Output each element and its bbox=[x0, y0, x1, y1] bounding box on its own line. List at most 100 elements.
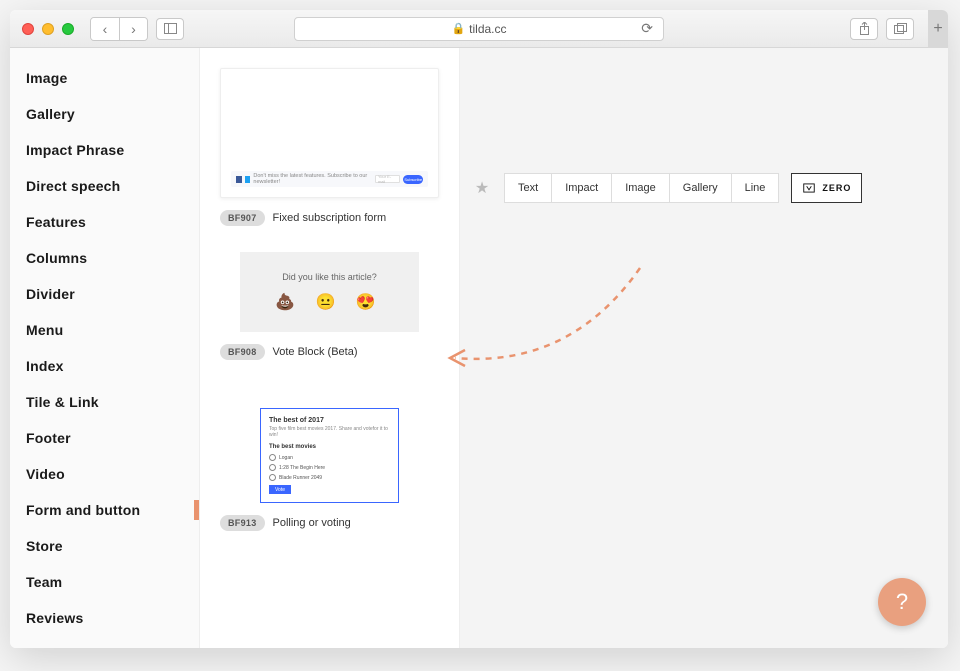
sidebar-item-label: Team bbox=[26, 574, 62, 590]
page-canvas: ★ Text Impact Image Gallery Line ZERO bbox=[460, 48, 948, 648]
sidebar-item-label: Menu bbox=[26, 322, 63, 338]
block-preview: Don't miss the latest features. Subscrib… bbox=[220, 68, 439, 198]
lock-icon: 🔒 bbox=[451, 22, 465, 35]
sidebar-item-label: Footer bbox=[26, 430, 71, 446]
titlebar-right: + bbox=[850, 10, 936, 48]
toolbar-line-button[interactable]: Line bbox=[731, 174, 779, 202]
vote-emojis: 💩 😐 😍 bbox=[250, 292, 409, 312]
block-card-bf907[interactable]: Don't miss the latest features. Subscrib… bbox=[200, 58, 459, 242]
sidebar-item-direct-speech[interactable]: Direct speech bbox=[10, 168, 199, 204]
block-label: BF907 Fixed subscription form bbox=[220, 210, 439, 226]
vote-question: Did you like this article? bbox=[250, 272, 409, 282]
block-code-badge: BF913 bbox=[220, 515, 265, 531]
poll-option-label: 1:28 The Begin Here bbox=[279, 465, 325, 471]
sidebar-item-tile-link[interactable]: Tile & Link bbox=[10, 384, 199, 420]
sidebar-item-reviews[interactable]: Reviews bbox=[10, 600, 199, 636]
subscription-bar-preview: Don't miss the latest features. Subscrib… bbox=[231, 171, 428, 187]
toolbar-label: Impact bbox=[565, 182, 598, 194]
sidebar-item-form-button[interactable]: Form and button bbox=[10, 492, 199, 528]
block-code-badge: BF908 bbox=[220, 344, 265, 360]
toolbar-gallery-button[interactable]: Gallery bbox=[669, 174, 731, 202]
block-label: BF913 Polling or voting bbox=[220, 515, 439, 531]
twitter-icon bbox=[245, 176, 251, 183]
toolbar-image-button[interactable]: Image bbox=[611, 174, 669, 202]
sidebar-item-label: Tile & Link bbox=[26, 394, 99, 410]
browser-window: ‹ › 🔒 tilda.cc ⟳ + Text block Image Gall… bbox=[10, 10, 948, 648]
poll-option: 1:28 The Begin Here bbox=[269, 464, 390, 471]
sidebar-item-label: Impact Phrase bbox=[26, 142, 124, 158]
sidebar-item-label: Store bbox=[26, 538, 63, 554]
url-text: tilda.cc bbox=[469, 22, 506, 36]
sidebar-item-store[interactable]: Store bbox=[10, 528, 199, 564]
canvas-toolbar: ★ Text Impact Image Gallery Line ZERO bbox=[460, 173, 862, 203]
sidebar-item-team[interactable]: Team bbox=[10, 564, 199, 600]
sidebar-item-label: Features bbox=[26, 214, 86, 230]
poll-option-label: Blade Runner 2049 bbox=[279, 475, 322, 481]
forward-button[interactable]: › bbox=[119, 18, 147, 40]
sidebar-item-impact-phrase[interactable]: Impact Phrase bbox=[10, 132, 199, 168]
sidebar-item-video[interactable]: Video bbox=[10, 456, 199, 492]
block-preview: Did you like this article? 💩 😐 😍 bbox=[240, 252, 419, 332]
preview-text: Don't miss the latest features. Subscrib… bbox=[253, 173, 369, 185]
sidebar-item-label: Video bbox=[26, 466, 65, 482]
toolbar-text-button[interactable]: Text bbox=[505, 174, 551, 202]
blocks-panel: Don't miss the latest features. Subscrib… bbox=[200, 48, 460, 648]
sidebar-item-image[interactable]: Image bbox=[10, 60, 199, 96]
favorite-star-icon[interactable]: ★ bbox=[460, 173, 504, 203]
refresh-icon[interactable]: ⟳ bbox=[641, 20, 653, 37]
sidebar-item-timetable[interactable]: Timetable bbox=[10, 636, 199, 648]
block-preview: The best of 2017 Top five film best movi… bbox=[260, 408, 399, 503]
zero-block-button[interactable]: ZERO bbox=[791, 173, 862, 203]
sidebar-item-label: Index bbox=[26, 358, 64, 374]
poll-heading: The best movies bbox=[269, 444, 390, 450]
sidebar-item-label: Divider bbox=[26, 286, 75, 302]
poll-option: Logan bbox=[269, 454, 390, 461]
toolbar-label: Image bbox=[625, 182, 656, 194]
share-icon bbox=[859, 22, 870, 35]
sidebar-item-features[interactable]: Features bbox=[10, 204, 199, 240]
block-title: Fixed subscription form bbox=[273, 212, 387, 224]
maximize-window-button[interactable] bbox=[62, 23, 74, 35]
block-card-bf913[interactable]: The best of 2017 Top five film best movi… bbox=[200, 376, 459, 547]
quick-block-buttons: Text Impact Image Gallery Line bbox=[504, 173, 779, 203]
zero-icon bbox=[802, 181, 816, 195]
back-button[interactable]: ‹ bbox=[91, 18, 119, 40]
sidebar-item-footer[interactable]: Footer bbox=[10, 420, 199, 456]
block-label: BF908 Vote Block (Beta) bbox=[220, 344, 439, 360]
share-button[interactable] bbox=[850, 18, 878, 40]
block-code-badge: BF907 bbox=[220, 210, 265, 226]
toolbar-label: Gallery bbox=[683, 182, 718, 194]
help-icon: ? bbox=[896, 589, 908, 615]
address-bar[interactable]: 🔒 tilda.cc ⟳ bbox=[294, 17, 664, 41]
facebook-icon bbox=[236, 176, 242, 183]
sidebar-item-label: Form and button bbox=[26, 502, 140, 518]
poll-option: Blade Runner 2049 bbox=[269, 474, 390, 481]
category-sidebar: Text block Image Gallery Impact Phrase D… bbox=[10, 48, 200, 648]
minimize-window-button[interactable] bbox=[42, 23, 54, 35]
sidebar-item-label: Direct speech bbox=[26, 178, 120, 194]
sidebar-item-menu[interactable]: Menu bbox=[10, 312, 199, 348]
block-card-bf908[interactable]: Did you like this article? 💩 😐 😍 BF908 V… bbox=[200, 242, 459, 376]
sidebar-item-index[interactable]: Index bbox=[10, 348, 199, 384]
show-sidebar-button[interactable] bbox=[156, 18, 184, 40]
poll-subtitle: Top five film best movies 2017. Share an… bbox=[269, 426, 390, 438]
help-button[interactable]: ? bbox=[878, 578, 926, 626]
sidebar-item-text-block[interactable]: Text block bbox=[10, 48, 199, 60]
close-window-button[interactable] bbox=[22, 23, 34, 35]
content-area: Text block Image Gallery Impact Phrase D… bbox=[10, 48, 948, 648]
vote-button-preview: Vote bbox=[269, 485, 291, 494]
sidebar-item-label: Reviews bbox=[26, 610, 83, 626]
sidebar-item-label: Image bbox=[26, 70, 67, 86]
sidebar-item-gallery[interactable]: Gallery bbox=[10, 96, 199, 132]
block-title: Vote Block (Beta) bbox=[273, 346, 358, 358]
sidebar-item-label: Gallery bbox=[26, 106, 75, 122]
new-tab-button[interactable]: + bbox=[928, 10, 948, 48]
toolbar-label: Line bbox=[745, 182, 766, 194]
toolbar-impact-button[interactable]: Impact bbox=[551, 174, 611, 202]
tabs-button[interactable] bbox=[886, 18, 914, 40]
sidebar-icon bbox=[164, 23, 177, 34]
sidebar-item-columns[interactable]: Columns bbox=[10, 240, 199, 276]
poll-option-label: Logan bbox=[279, 455, 293, 461]
sidebar-item-divider[interactable]: Divider bbox=[10, 276, 199, 312]
toolbar-label: Text bbox=[518, 182, 538, 194]
